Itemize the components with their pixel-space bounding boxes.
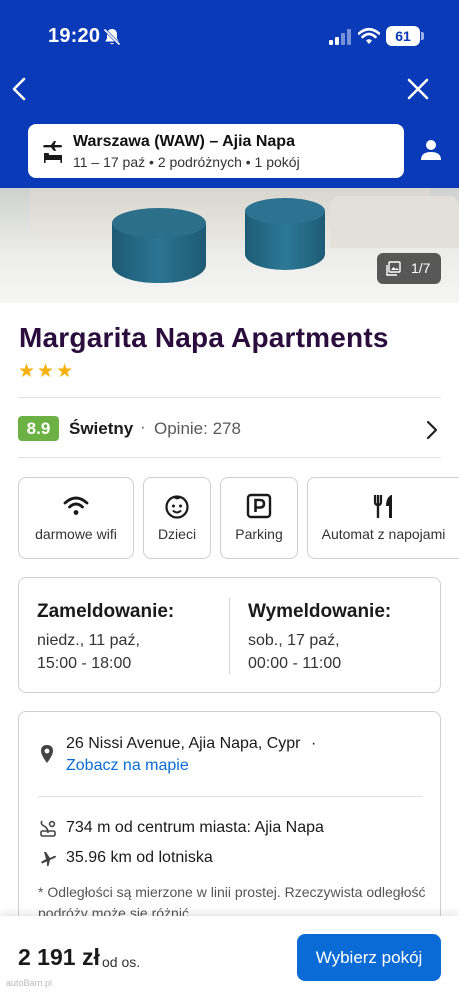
checkout-date: sob., 17 paź,	[248, 632, 340, 649]
airplane-icon	[41, 852, 56, 866]
amenity-label: darmowe wifi	[35, 526, 117, 542]
amenity-chip-vending[interactable]: Automat z napojami	[307, 477, 459, 559]
back-arrow-icon[interactable]	[6, 74, 36, 104]
fork-knife-icon	[373, 495, 392, 518]
gallery-counter: 1/7	[411, 260, 431, 276]
address-text: 26 Nissi Avenue, Ajia Napa, Cypr	[66, 735, 301, 752]
checkin-label: Zameldowanie:	[37, 601, 175, 622]
amenity-chip-children[interactable]: Dzieci	[143, 477, 211, 559]
parking-icon	[246, 493, 272, 519]
amenity-label: Dzieci	[157, 526, 197, 542]
divider	[38, 796, 422, 797]
checkin-date: niedz., 11 paź,	[37, 632, 140, 649]
amenity-chip-parking[interactable]: Parking	[220, 477, 298, 559]
checkout-label: Wymeldowanie:	[248, 601, 392, 622]
divider	[18, 397, 441, 398]
price-amount: 2 191 zł	[18, 944, 100, 970]
reviews-count: Opinie: 278	[154, 419, 241, 438]
flight-hotel-icon	[43, 141, 62, 163]
checkin-checkout-box: Zameldowanie: niedz., 11 paź, 15:00 - 18…	[18, 577, 441, 693]
status-time: 19:20	[48, 25, 101, 47]
photo-pouf-left-top	[112, 208, 206, 238]
battery-tip	[421, 32, 424, 40]
amenity-chip-wifi[interactable]: darmowe wifi	[18, 477, 134, 559]
checkout-time: 00:00 - 11:00	[248, 655, 342, 672]
search-summary-card[interactable]: Warszawa (WAW) – Ajia Napa 11 – 17 paź •…	[28, 124, 404, 178]
wifi-status-icon	[358, 27, 380, 44]
header-bar: 19:20 61 Warszawa (WAW) – Ajia Napa 11 –…	[0, 0, 459, 188]
vertical-divider	[229, 598, 230, 674]
child-face-icon	[165, 495, 189, 519]
rating-label: Świetny	[69, 419, 134, 438]
rating-score-badge: 8.9	[18, 416, 59, 441]
checkin-time: 15:00 - 18:00	[37, 655, 132, 672]
city-center-icon	[40, 820, 56, 837]
cellular-signal-icon	[329, 29, 351, 45]
image-stack-icon	[386, 261, 401, 276]
location-box: 26 Nissi Avenue, Ajia Napa, Cypr · Zobac…	[18, 711, 441, 931]
rating-separator: ·	[140, 417, 146, 436]
hotel-photo[interactable]	[0, 188, 459, 303]
address-separator: ·	[310, 735, 317, 752]
hotel-name: Margarita Napa Apartments	[19, 322, 389, 353]
divider	[18, 457, 441, 458]
price-per-person: od os.	[102, 954, 141, 970]
status-bar: 19:20 61	[0, 0, 459, 70]
hotel-star-rating: ★★★	[18, 361, 76, 382]
gallery-counter-badge[interactable]: 1/7	[377, 253, 441, 284]
search-details: 11 – 17 paź • 2 podróżnych • 1 pokój	[73, 154, 300, 170]
close-icon[interactable]	[403, 74, 433, 104]
map-pin-icon	[41, 745, 53, 763]
chevron-right-icon	[426, 420, 438, 440]
airport-distance: 35.96 km od lotniska	[66, 849, 213, 866]
battery-indicator: 61	[386, 26, 420, 46]
amenity-label: Automat z napojami	[321, 526, 446, 542]
booking-bottom-bar: 2 191 zł od os. Wybierz pokój	[0, 916, 459, 998]
user-profile-icon[interactable]	[418, 137, 444, 163]
photo-pouf-right-top	[245, 198, 325, 224]
city-center-distance: 734 m od centrum miasta: Ajia Napa	[66, 819, 324, 836]
wifi-icon	[63, 496, 89, 515]
show-on-map-link[interactable]: Zobacz na mapie	[66, 757, 189, 775]
watermark-text: autoBarn.pl	[6, 978, 53, 988]
select-room-button[interactable]: Wybierz pokój	[297, 934, 441, 981]
hotel-address: 26 Nissi Avenue, Ajia Napa, Cypr ·	[66, 735, 316, 753]
rating-row[interactable]: 8.9 Świetny · Opinie: 278	[0, 404, 459, 450]
bell-muted-icon	[103, 28, 121, 46]
search-route: Warszawa (WAW) – Ajia Napa	[73, 133, 295, 150]
amenity-label: Parking	[235, 526, 283, 542]
